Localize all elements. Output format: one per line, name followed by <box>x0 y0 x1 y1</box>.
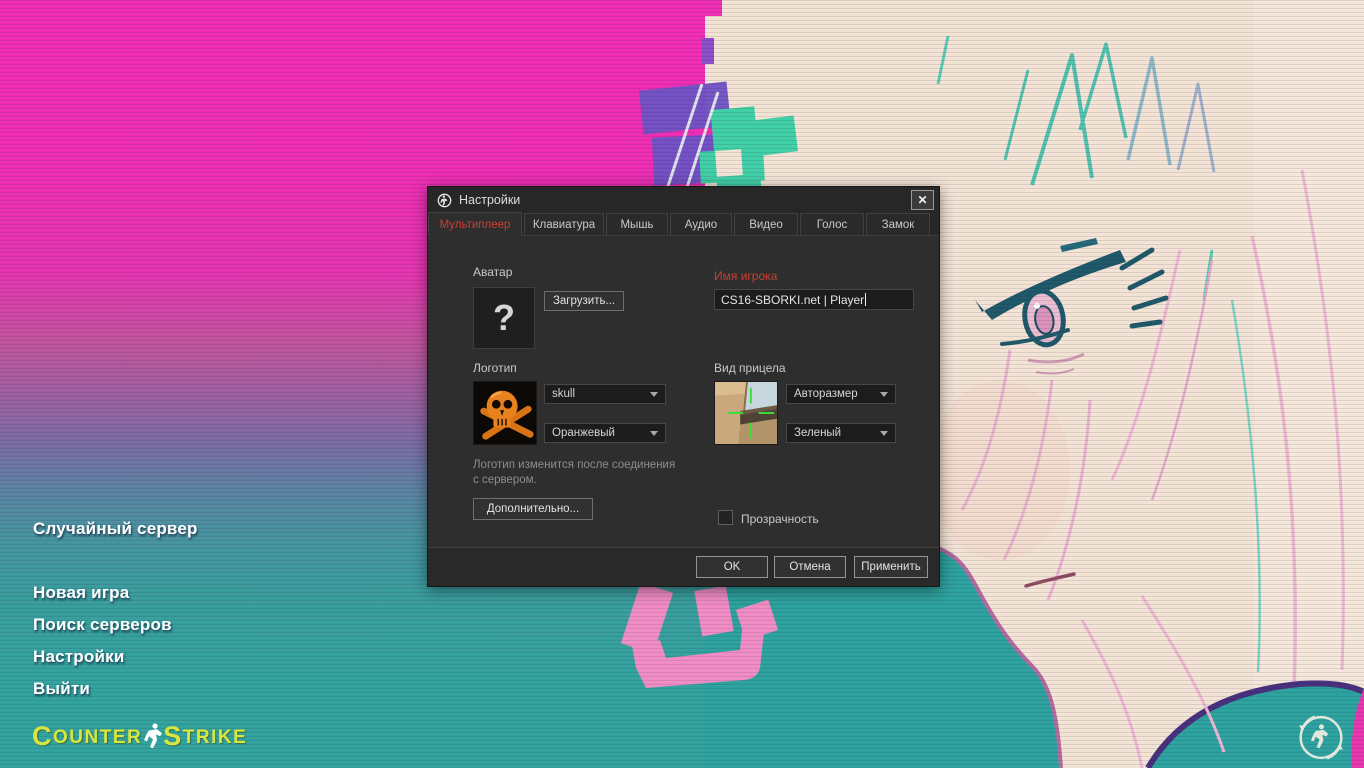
apply-button[interactable]: Применить <box>854 556 928 578</box>
avatar-preview: ? <box>473 287 535 349</box>
chevron-down-icon <box>650 392 658 401</box>
logo-note: Логотип изменится после соединения с сер… <box>473 458 723 488</box>
cancel-button[interactable]: Отмена <box>774 556 846 578</box>
wordmark-letter: C <box>32 723 53 749</box>
tab-video[interactable]: Видео <box>734 213 798 235</box>
tab-content-multiplayer: Аватар ? Загрузить... Имя игрока CS16-SB… <box>428 236 939 547</box>
tab-mouse[interactable]: Мышь <box>606 213 668 235</box>
avatar-placeholder: ? <box>493 297 515 339</box>
crosshair-color-select[interactable]: Зеленый <box>786 423 896 443</box>
logo-color-value: Оранжевый <box>552 427 615 439</box>
logo-note-line1: Логотип изменится после соединения <box>473 458 723 473</box>
tab-multiplayer[interactable]: Мультиплеер <box>428 212 522 236</box>
transparency-checkbox[interactable] <box>718 510 733 525</box>
text-caret <box>865 293 866 306</box>
logo-select-value: skull <box>552 388 575 400</box>
logo-label: Логотип <box>473 361 517 375</box>
crosshair-label: Вид прицела <box>714 361 786 375</box>
menu-item-new-game[interactable]: Новая игра <box>33 583 129 603</box>
close-button[interactable]: ✕ <box>911 190 934 210</box>
logo-preview-skull <box>473 381 537 445</box>
dialog-footer: OK Отмена Применить <box>428 547 939 586</box>
cs-window-icon <box>437 193 452 208</box>
menu-item-quit[interactable]: Выйти <box>33 679 90 699</box>
tab-bar: Мультиплеер Клавиатура Мышь Аудио Видео … <box>428 213 939 236</box>
transparency-label: Прозрачность <box>741 512 819 526</box>
wordmark-letter: S <box>163 723 183 749</box>
desktop: Случайный сервер Новая игра Поиск сервер… <box>0 0 1364 768</box>
dialog-titlebar[interactable]: Настройки ✕ <box>428 187 939 213</box>
chevron-down-icon <box>880 392 888 401</box>
logo-note-line2: с сервером. <box>473 473 723 488</box>
dialog-title: Настройки <box>459 193 520 207</box>
chevron-down-icon <box>880 431 888 440</box>
settings-dialog: Настройки ✕ Мультиплеер Клавиатура Мышь … <box>427 186 940 587</box>
avatar-label: Аватар <box>473 265 512 279</box>
crosshair-preview <box>714 381 778 445</box>
tab-audio[interactable]: Аудио <box>670 213 732 235</box>
ok-button[interactable]: OK <box>696 556 768 578</box>
player-name-label: Имя игрока <box>714 269 777 283</box>
player-name-value: CS16-SBORKI.net | Player <box>721 293 864 307</box>
menu-item-random-server[interactable]: Случайный сервер <box>33 519 198 539</box>
logo-color-select[interactable]: Оранжевый <box>544 423 666 443</box>
advanced-button[interactable]: Дополнительно... <box>473 498 593 520</box>
cs-soldier-icon <box>144 722 164 749</box>
crosshair-size-select[interactable]: Авторазмер <box>786 384 896 404</box>
tab-lock[interactable]: Замок <box>866 213 930 235</box>
player-name-input[interactable]: CS16-SBORKI.net | Player <box>714 289 914 310</box>
counter-strike-wordmark: COUNTER STRIKE <box>32 722 247 749</box>
tab-voice[interactable]: Голос <box>800 213 864 235</box>
wordmark-text: OUNTER <box>53 727 142 749</box>
crosshair-color-value: Зеленый <box>794 427 841 439</box>
cs-roundel-icon <box>1292 709 1350 766</box>
logo-select[interactable]: skull <box>544 384 666 404</box>
chevron-down-icon <box>650 431 658 440</box>
wordmark-text: TRIKE <box>183 727 248 749</box>
tab-keyboard[interactable]: Клавиатура <box>524 213 604 235</box>
upload-avatar-button[interactable]: Загрузить... <box>544 291 624 311</box>
menu-item-find-servers[interactable]: Поиск серверов <box>33 615 172 635</box>
menu-item-options[interactable]: Настройки <box>33 647 125 667</box>
crosshair-size-value: Авторазмер <box>794 388 858 400</box>
